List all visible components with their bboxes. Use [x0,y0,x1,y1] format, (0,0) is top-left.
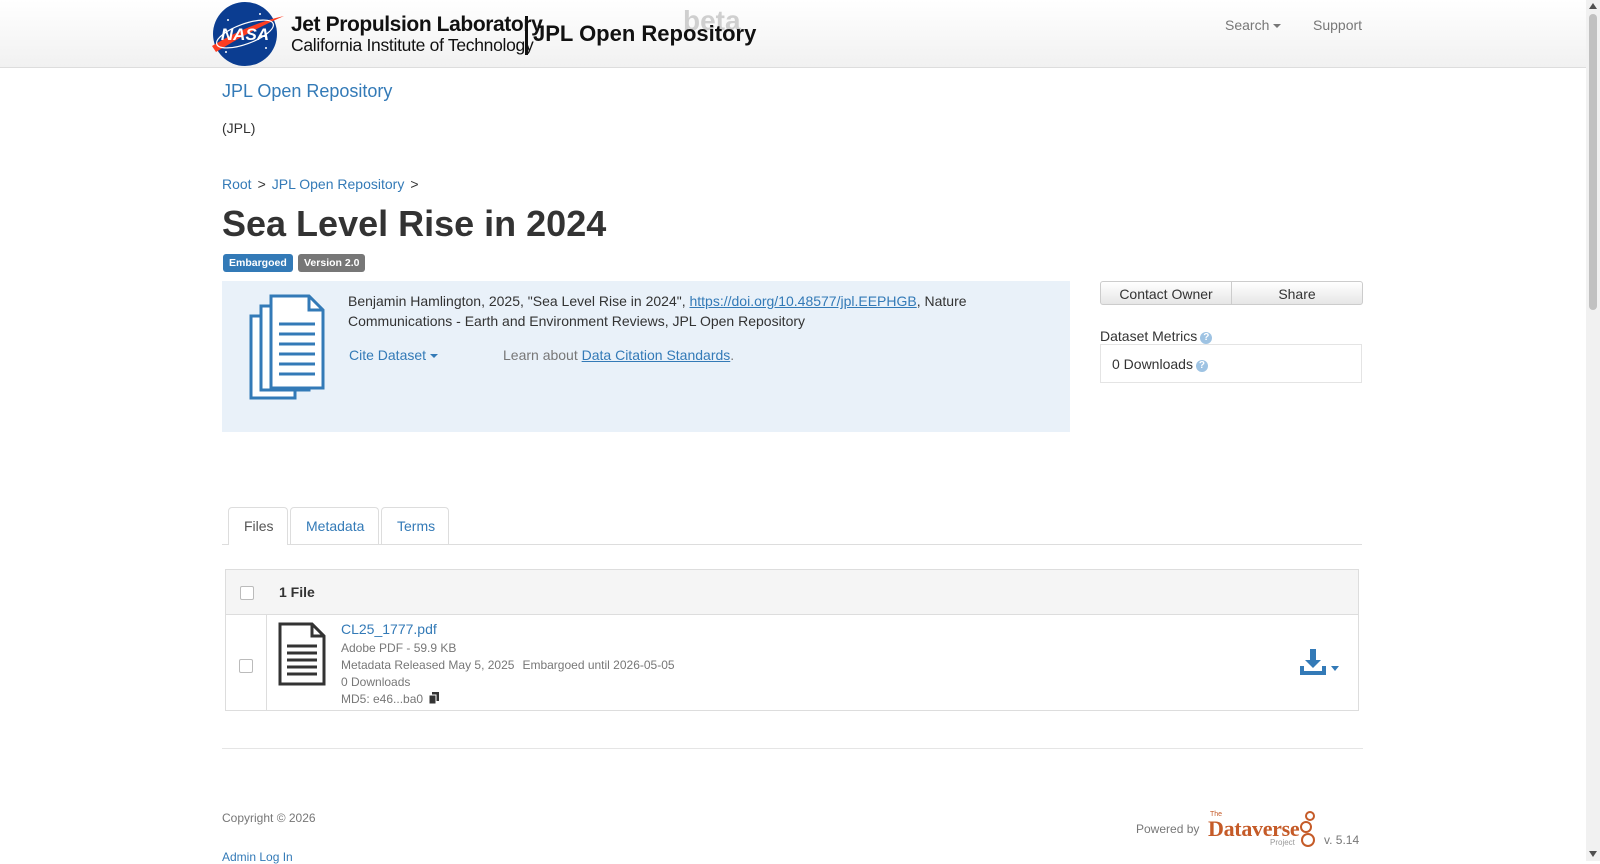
file-select-checkbox[interactable] [239,659,253,673]
lab-name: Jet Propulsion Laboratory [291,13,543,36]
dataset-files-icon [249,294,325,400]
file-release-info: Metadata Released May 5, 2025 Embargoed u… [341,658,675,672]
data-citation-standards-link[interactable]: Data Citation Standards [582,347,731,363]
citation-standards-note: Learn about Data Citation Standards. [503,347,734,363]
metrics-panel: 0 Downloads? [1100,344,1362,383]
breadcrumb-dataverse[interactable]: JPL Open Repository [272,176,405,192]
breadcrumb-separator: > [257,176,266,192]
chevron-down-icon [430,354,439,359]
select-all-checkbox[interactable] [240,586,254,600]
file-md5: MD5: e46...ba0 [341,692,440,706]
contact-owner-button[interactable]: Contact Owner [1100,281,1232,305]
lab-subtitle: California Institute of Technology [291,35,534,55]
file-md5-value: MD5: e46...ba0 [341,692,424,706]
file-name-link[interactable]: CL25_1777.pdf [341,621,437,637]
downloads-count: 0 Downloads [1112,356,1193,372]
powered-by-label: Powered by [1136,822,1200,836]
nav-search-dropdown[interactable]: Search [1225,17,1282,33]
citation-block: Benjamin Hamlington, 2025, "Sea Level Ri… [222,281,1070,432]
tab-files[interactable]: Files [228,507,288,545]
dataset-title: Sea Level Rise in 2024 [222,203,607,244]
help-icon[interactable]: ? [1195,360,1208,372]
brand-name[interactable]: JPL Open Repository [533,21,756,47]
column-divider [266,614,267,710]
document-icon [278,622,326,686]
help-icon[interactable]: ? [1200,332,1213,344]
learn-prefix: Learn about [503,347,582,363]
navbar: NASA Jet Propulsion Laboratory Californi… [0,0,1586,68]
file-type-size: Adobe PDF - 59.9 KB [341,641,457,655]
download-options-caret-icon[interactable] [1331,666,1339,671]
cite-dataset-label: Cite Dataset [349,347,427,363]
version-badge: Version 2.0 [298,254,366,272]
file-released-date: Metadata Released May 5, 2025 [341,658,515,672]
tab-metadata[interactable]: Metadata [290,507,379,544]
scroll-thumb[interactable] [1589,14,1597,310]
copy-icon[interactable] [429,692,440,704]
admin-login-link[interactable]: Admin Log In [222,850,293,864]
tab-terms[interactable]: Terms [381,507,449,544]
metrics-downloads: 0 Downloads? [1112,356,1208,372]
dataverse-affiliation: (JPL) [222,120,256,136]
dataverse-bubbles-icon [1300,811,1315,847]
share-button[interactable]: Share [1231,281,1363,305]
dataverse-version: v. 5.14 [1324,833,1360,847]
dataverse-title-link[interactable]: JPL Open Repository [222,81,392,102]
citation-text: Benjamin Hamlington, 2025, "Sea Level Ri… [348,291,988,331]
embargoed-badge: Embargoed [223,254,293,272]
citation-prefix: Benjamin Hamlington, 2025, "Sea Level Ri… [348,293,690,309]
file-count: 1 File [279,584,315,600]
files-table-header: 1 File [226,570,1358,615]
metrics-heading-text: Dataset Metrics [1100,328,1198,344]
doi-link[interactable]: https://doi.org/10.48577/jpl.EEPHGB [689,293,916,309]
nasa-logo[interactable]: NASA [208,0,288,67]
dataset-tabs: Files Metadata Terms [222,507,1362,545]
dataverse-logo-project: Project [1270,838,1295,847]
learn-suffix: . [730,347,735,363]
cite-dataset-dropdown[interactable]: Cite Dataset [349,347,439,363]
svg-text:NASA: NASA [221,25,269,44]
footer-divider [222,748,1363,749]
chevron-down-icon [1273,24,1282,29]
scroll-down-arrow-icon[interactable] [1589,851,1597,857]
file-embargo-date: Embargoed until 2026-05-05 [522,658,675,672]
nav-support-link[interactable]: Support [1313,17,1362,33]
breadcrumb-separator: > [410,176,419,192]
breadcrumb: Root > JPL Open Repository > [222,176,425,192]
nav-search-label: Search [1225,17,1270,33]
files-table: 1 File CL25_1777.pdf Adobe PDF - 59.9 KB… [225,569,1359,711]
page-scrollbar[interactable] [1586,0,1600,861]
download-icon[interactable] [1299,648,1327,676]
brand-divider [525,16,528,55]
copyright: Copyright © 2026 [222,811,316,825]
dataset-metrics-heading: Dataset Metrics? [1100,328,1213,344]
scroll-up-arrow-icon[interactable] [1589,3,1597,9]
breadcrumb-root[interactable]: Root [222,176,252,192]
file-downloads: 0 Downloads [341,675,411,689]
